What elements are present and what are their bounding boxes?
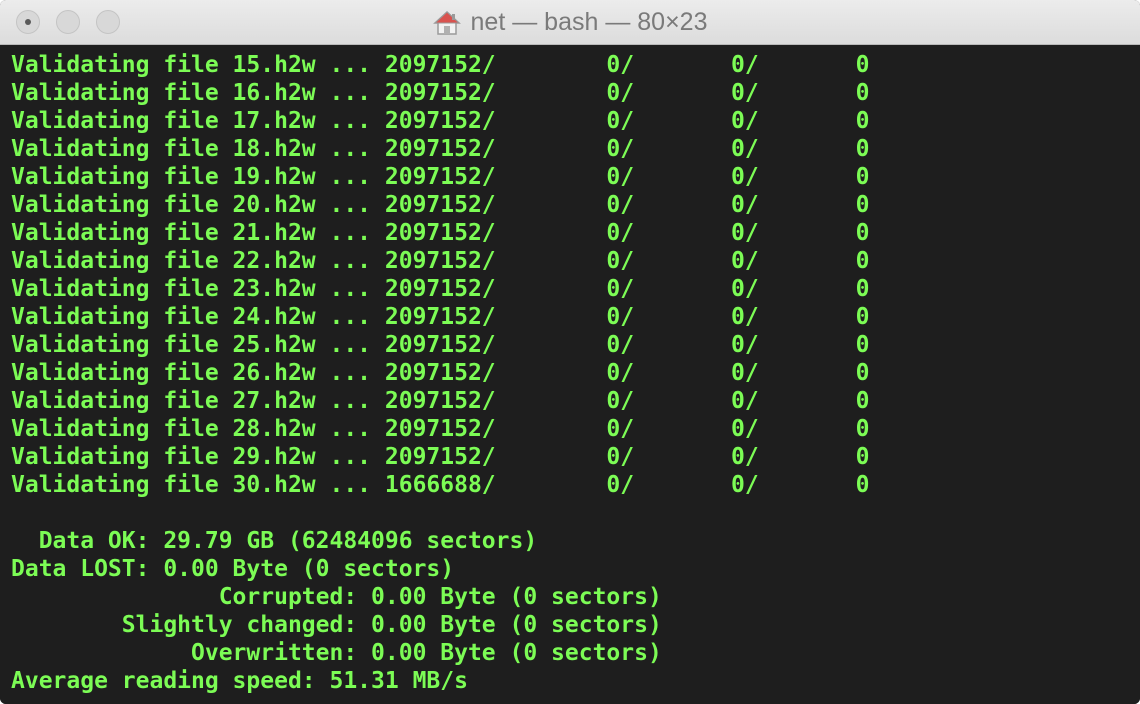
terminal-line: Validating file 22.h2w ... 2097152/ 0/ 0… xyxy=(11,248,870,274)
terminal-line: Validating file 25.h2w ... 2097152/ 0/ 0… xyxy=(11,332,870,358)
terminal-line: Validating file 15.h2w ... 2097152/ 0/ 0… xyxy=(11,52,870,78)
window-title-text: net — bash — 80×23 xyxy=(470,8,708,36)
title-bar[interactable]: net — bash — 80×23 xyxy=(0,0,1140,45)
terminal-line: Corrupted: 0.00 Byte (0 sectors) xyxy=(11,584,662,610)
terminal-line: Validating file 18.h2w ... 2097152/ 0/ 0… xyxy=(11,136,870,162)
terminal-line: Data LOST: 0.00 Byte (0 sectors) xyxy=(11,556,455,582)
terminal-line: Average reading speed: 51.31 MB/s xyxy=(11,668,468,694)
terminal-line: Validating file 27.h2w ... 2097152/ 0/ 0… xyxy=(11,388,870,414)
terminal-output[interactable]: Validating file 15.h2w ... 2097152/ 0/ 0… xyxy=(0,45,1140,704)
terminal-line: Validating file 17.h2w ... 2097152/ 0/ 0… xyxy=(11,108,870,134)
terminal-line: Validating file 30.h2w ... 1666688/ 0/ 0… xyxy=(11,472,870,498)
terminal-line: Validating file 29.h2w ... 2097152/ 0/ 0… xyxy=(11,444,870,470)
terminal-line: Validating file 23.h2w ... 2097152/ 0/ 0… xyxy=(11,276,870,302)
terminal-line: Validating file 24.h2w ... 2097152/ 0/ 0… xyxy=(11,304,870,330)
window-title: net — bash — 80×23 xyxy=(0,0,1140,45)
terminal-line: Overwritten: 0.00 Byte (0 sectors) xyxy=(11,640,662,666)
terminal-line: Slightly changed: 0.00 Byte (0 sectors) xyxy=(11,612,662,638)
terminal-line: Validating file 16.h2w ... 2097152/ 0/ 0… xyxy=(11,80,870,106)
terminal-line: Validating file 19.h2w ... 2097152/ 0/ 0… xyxy=(11,164,870,190)
terminal-line: Validating file 28.h2w ... 2097152/ 0/ 0… xyxy=(11,416,870,442)
home-icon xyxy=(432,10,461,35)
terminal-line: Validating file 26.h2w ... 2097152/ 0/ 0… xyxy=(11,360,870,386)
terminal-line: Data OK: 29.79 GB (62484096 sectors) xyxy=(11,528,538,554)
terminal-window: net — bash — 80×23 Validating file 15.h2… xyxy=(0,0,1140,704)
terminal-lines: Validating file 15.h2w ... 2097152/ 0/ 0… xyxy=(11,51,1131,695)
terminal-line: Validating file 20.h2w ... 2097152/ 0/ 0… xyxy=(11,192,870,218)
terminal-line: Validating file 21.h2w ... 2097152/ 0/ 0… xyxy=(11,220,870,246)
